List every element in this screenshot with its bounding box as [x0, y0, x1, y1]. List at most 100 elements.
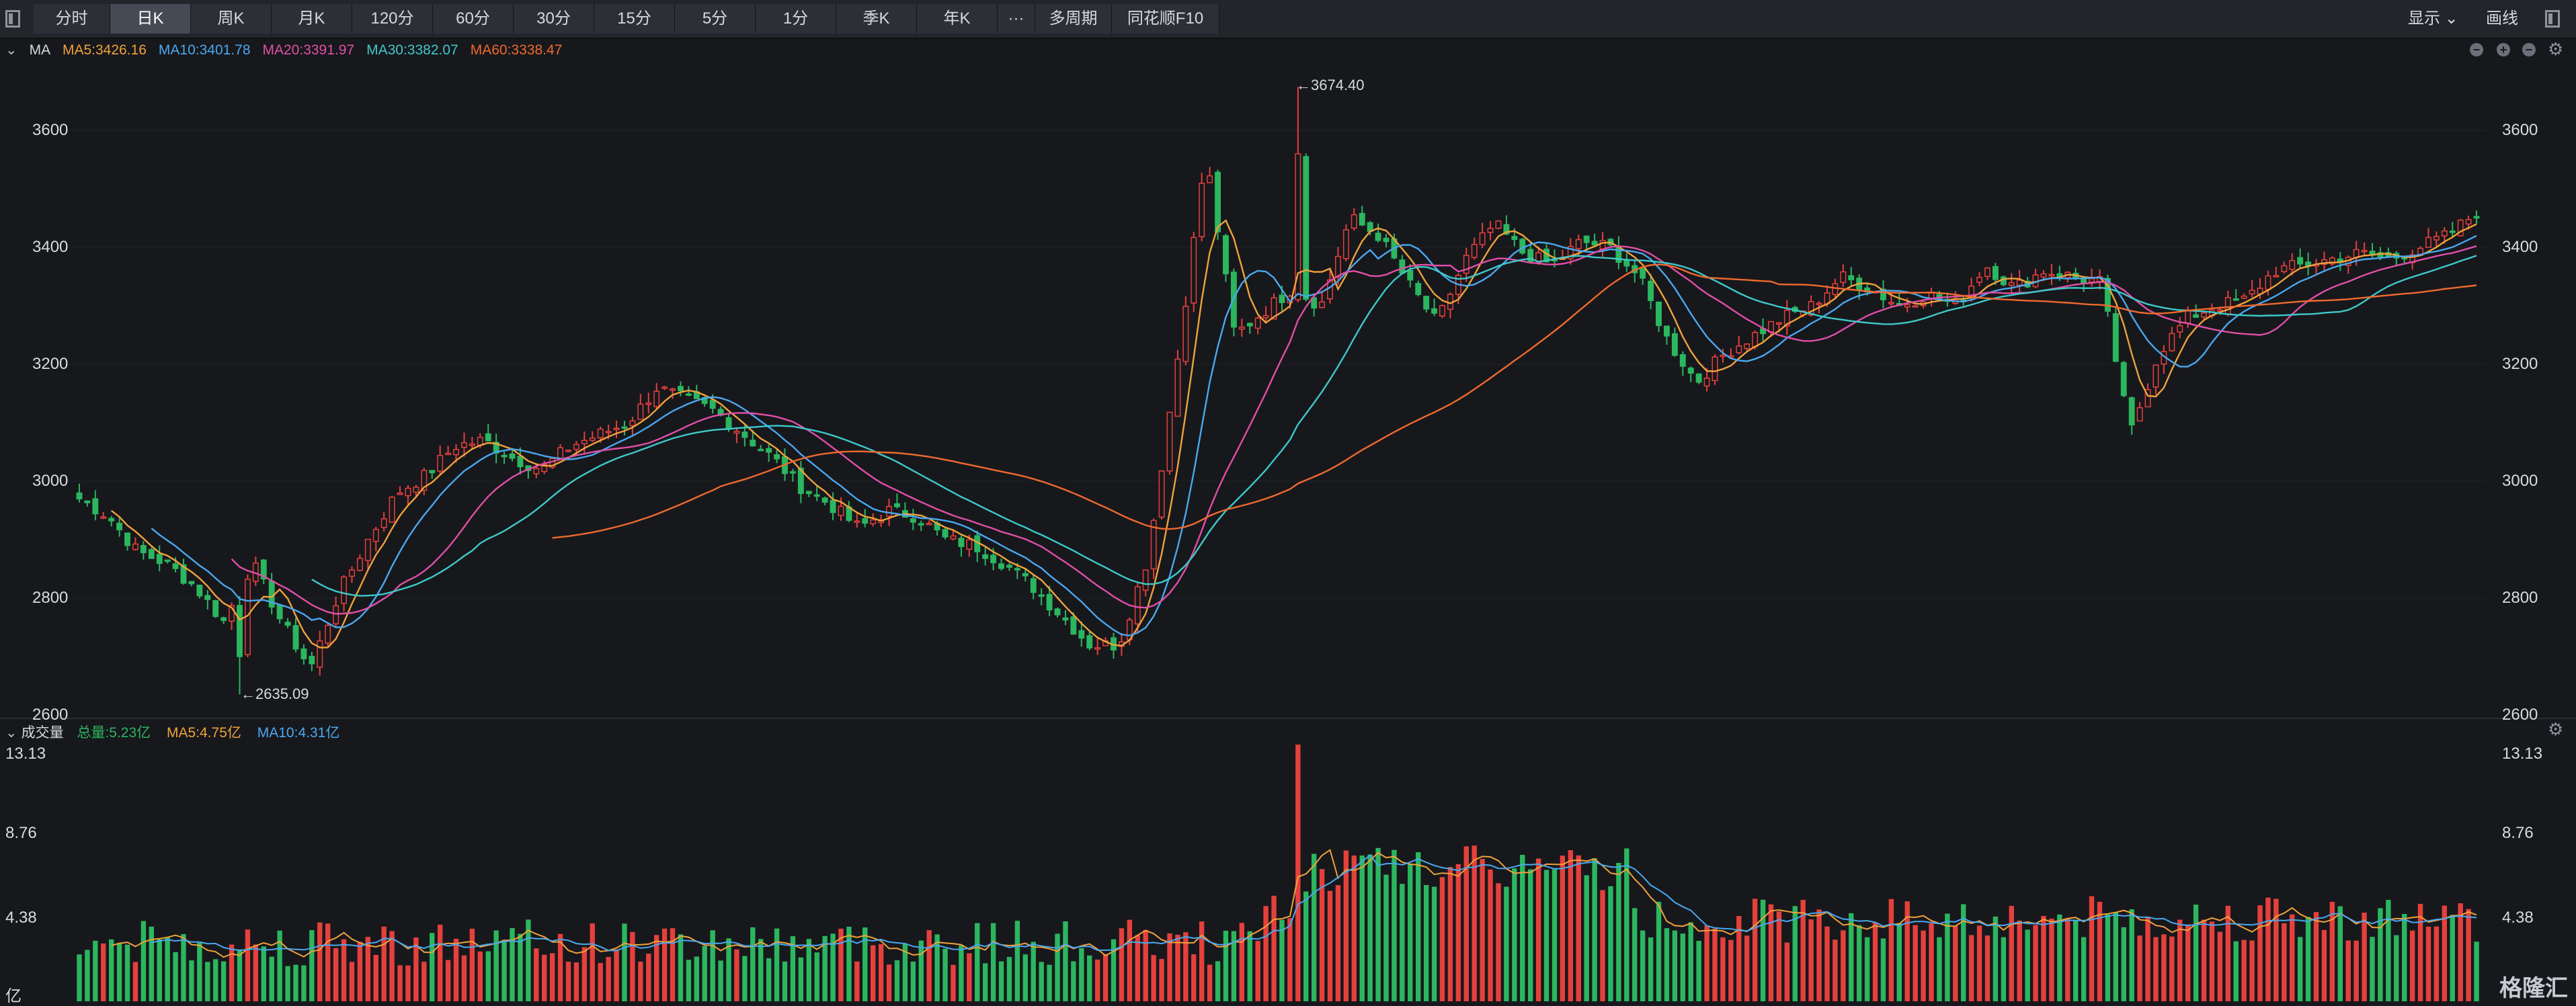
- volume-bar: [1455, 864, 1461, 1001]
- volume-bar: [1504, 886, 1509, 1001]
- candle-body: [2008, 282, 2015, 286]
- candle-body: [325, 624, 331, 644]
- volume-bar: [982, 963, 988, 1001]
- volume-axis-label: 13.13: [2502, 745, 2543, 763]
- volume-bar: [389, 931, 395, 1001]
- volume-bar: [2073, 919, 2079, 1001]
- volume-bar: [2009, 906, 2014, 1001]
- candle-body: [1720, 354, 1726, 358]
- volume-bar: [2409, 930, 2415, 1001]
- volume-bar: [2185, 924, 2191, 1001]
- volume-bar: [1880, 938, 1886, 1001]
- candle-body: [678, 386, 684, 392]
- volume-bar: [317, 922, 323, 1001]
- candle-body: [838, 505, 844, 516]
- volume-bar: [349, 962, 355, 1001]
- price-axis-label: 2800: [2502, 589, 2538, 607]
- candle-body: [84, 500, 91, 503]
- kline-chart[interactable]: [0, 0, 2576, 1005]
- candle-body: [1687, 367, 1694, 374]
- volume-bar: [101, 943, 106, 1001]
- volume-bar: [453, 938, 459, 1001]
- volume-bar: [1271, 895, 1277, 1001]
- volume-bar: [1608, 886, 1613, 1001]
- volume-bar: [661, 928, 668, 1001]
- volume-bar: [2345, 940, 2351, 1001]
- candle-body: [108, 517, 115, 521]
- volume-bar: [2305, 917, 2311, 1001]
- price-axis-label: 2600: [32, 706, 69, 724]
- volume-bar: [1047, 964, 1052, 1001]
- volume-bar: [750, 927, 756, 1001]
- volume-bar: [1151, 955, 1156, 1001]
- candle-body: [212, 600, 219, 618]
- volume-bar: [173, 952, 178, 1001]
- volume-bar: [1303, 891, 1309, 1001]
- volume-bar: [1431, 886, 1437, 1001]
- candle-body: [709, 399, 716, 409]
- candle-body: [469, 443, 475, 446]
- candle-body: [204, 595, 211, 600]
- volume-bar: [1327, 890, 1333, 1001]
- volume-bar: [2370, 937, 2375, 1001]
- volume-bar: [1640, 930, 1646, 1001]
- candle-body: [164, 559, 171, 562]
- candle-body: [581, 439, 588, 444]
- volume-bar: [1768, 904, 1774, 1001]
- candle-body: [1736, 345, 1742, 353]
- candle-body: [501, 454, 508, 458]
- candle-body: [1215, 171, 1221, 233]
- candle-body: [597, 428, 604, 439]
- volume-bar: [1864, 937, 1870, 1001]
- volume-bar: [1896, 923, 1902, 1001]
- volume-bar: [1055, 933, 1060, 1001]
- candle-body: [1575, 239, 1582, 249]
- candle-body: [405, 487, 411, 497]
- volume-bar: [1512, 868, 1517, 1001]
- candle-body: [148, 549, 155, 559]
- candle-body: [509, 453, 516, 459]
- volume-bar: [2113, 912, 2119, 1001]
- candle-body: [156, 554, 163, 564]
- volume-bar: [2169, 936, 2175, 1001]
- candle-body: [1038, 594, 1045, 597]
- candle-body: [1976, 276, 1983, 283]
- candle-body: [813, 494, 820, 497]
- volume-bar: [2290, 914, 2295, 1001]
- volume-axis-label: 8.76: [5, 824, 37, 842]
- volume-bar: [1913, 925, 1918, 1001]
- volume-bar: [1849, 913, 1854, 1001]
- candle-body: [460, 442, 467, 448]
- volume-bar: [1632, 908, 1638, 1001]
- volume-bar: [2033, 925, 2038, 1001]
- price-axis-label: 3600: [2502, 121, 2538, 139]
- volume-bar: [886, 964, 892, 1001]
- volume-bar: [1527, 869, 1533, 1001]
- volume-bar: [1223, 930, 1229, 1001]
- volume-bar: [2057, 914, 2062, 1001]
- volume-bar: [2401, 913, 2407, 1001]
- candle-body: [292, 625, 299, 650]
- candle-body: [1022, 573, 1029, 577]
- volume-bar: [2466, 909, 2471, 1001]
- volume-bar: [157, 939, 162, 1001]
- volume-bar: [534, 948, 539, 1001]
- candle-body: [1591, 241, 1598, 246]
- volume-bar: [140, 921, 147, 1001]
- volume-bar: [518, 933, 523, 1001]
- candle-body: [750, 439, 756, 447]
- candle-body: [1158, 470, 1165, 518]
- volume-bar: [918, 940, 924, 1001]
- volume-bar: [1576, 855, 1581, 1001]
- candle-body: [333, 605, 339, 624]
- volume-bar: [998, 961, 1004, 1001]
- candle-body: [356, 558, 363, 571]
- volume-bar: [1022, 954, 1029, 1001]
- volume-bar: [2329, 901, 2335, 1001]
- volume-bar: [959, 945, 964, 1001]
- volume-bar: [1993, 916, 1999, 1001]
- candle-body: [1415, 283, 1422, 296]
- candle-body: [661, 386, 668, 389]
- candle-body: [653, 390, 660, 407]
- volume-bar: [108, 939, 114, 1001]
